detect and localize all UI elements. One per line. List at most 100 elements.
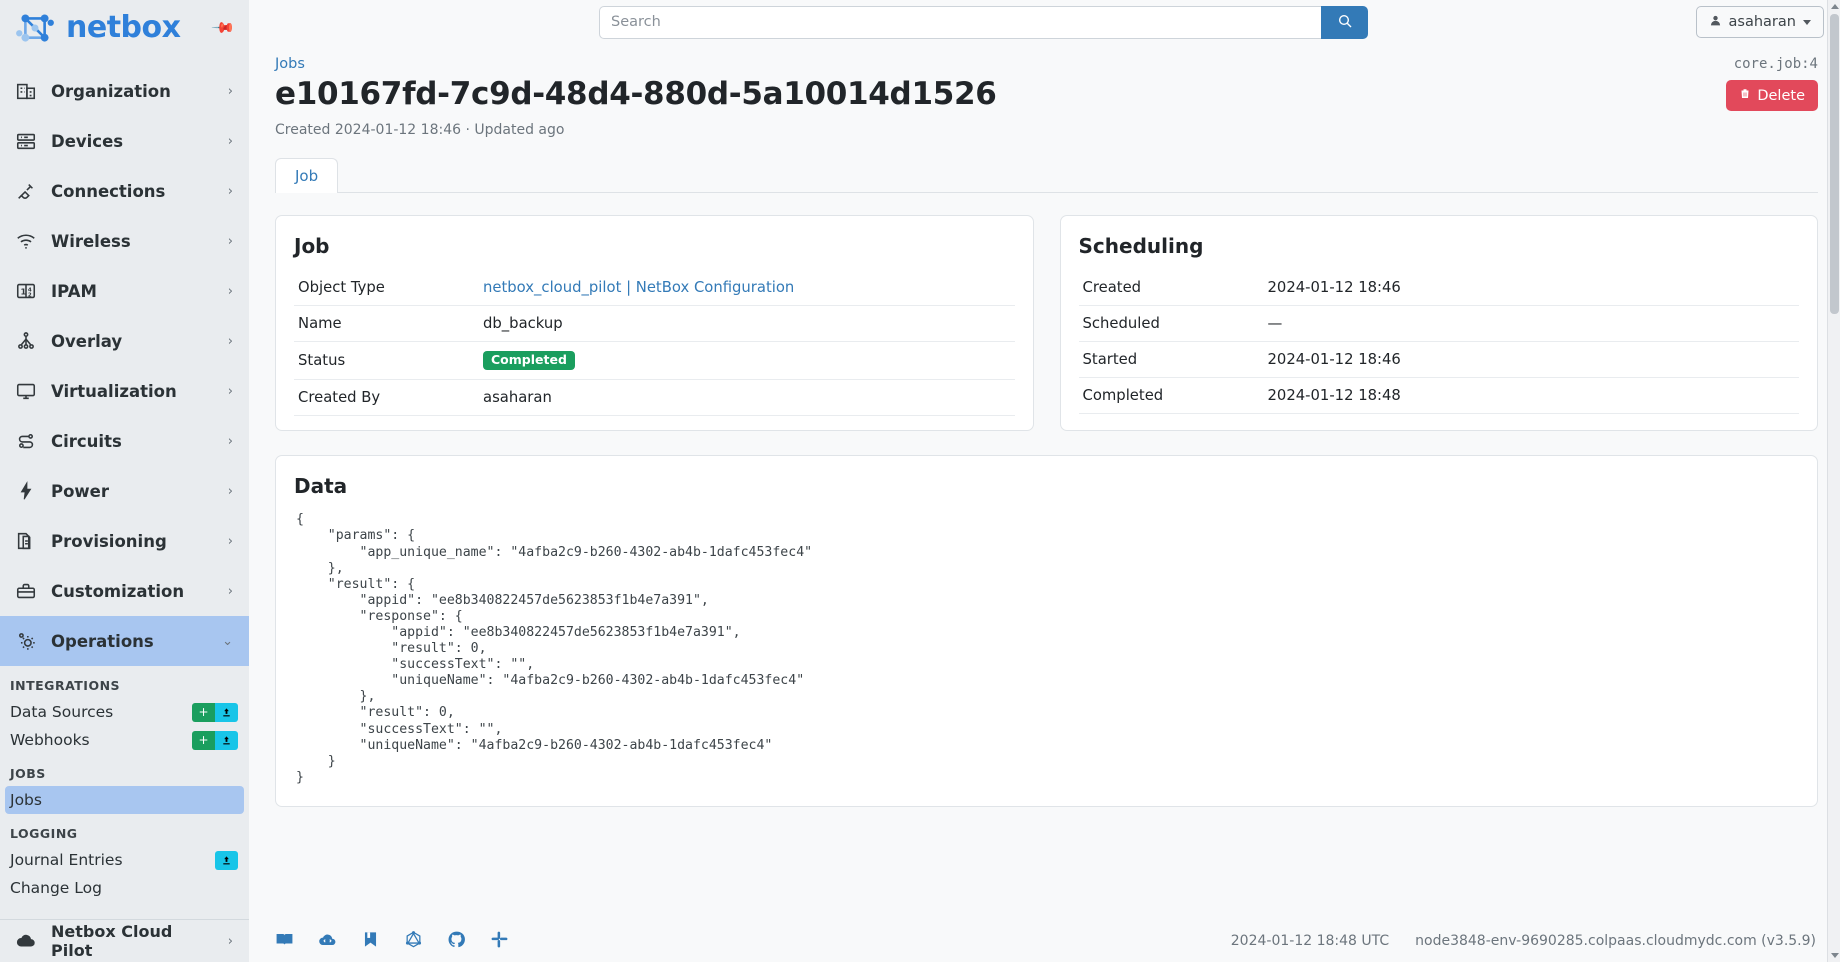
- server-icon: [14, 129, 38, 153]
- delete-button[interactable]: Delete: [1726, 80, 1818, 111]
- job-attributes-table: Object Type netbox_cloud_pilot | NetBox …: [294, 269, 1015, 417]
- sidebar-item-virtualization[interactable]: Virtualization ›: [0, 366, 249, 416]
- sidebar-item-devices[interactable]: Devices ›: [0, 116, 249, 166]
- sidebar-item-jobs[interactable]: Jobs: [5, 786, 244, 814]
- circuit-icon: [14, 429, 38, 453]
- sidebar-item-wireless[interactable]: Wireless ›: [0, 216, 249, 266]
- chevron-down-icon: [1802, 19, 1811, 25]
- graphql-icon[interactable]: [404, 930, 423, 953]
- sidebar-item-webhooks[interactable]: Webhooks +: [5, 726, 244, 754]
- sidebar-item-label: Journal Entries: [10, 851, 123, 869]
- scheduling-card-title: Scheduling: [1078, 233, 1204, 258]
- table-row: Created By asaharan: [294, 379, 1015, 417]
- sidebar-item-label: Operations: [51, 631, 154, 651]
- primary-nav: Organization › Devices › Connections › W…: [0, 56, 249, 902]
- user-menu-button[interactable]: asaharan: [1695, 6, 1824, 38]
- table-row: Scheduled —: [1078, 305, 1799, 342]
- sidebar-group-heading-jobs: JOBS: [10, 766, 46, 781]
- page-scrollbar[interactable]: [1827, 0, 1840, 962]
- bolt-icon: [14, 479, 38, 503]
- numbers-icon: 142: [14, 279, 38, 303]
- data-card: Data { "params": { "app_unique_name": "4…: [275, 455, 1818, 807]
- brand-header[interactable]: netbox 📌: [0, 0, 249, 56]
- sidebar-item-organization[interactable]: Organization ›: [0, 66, 249, 116]
- sidebar-item-operations[interactable]: Operations ⌄: [0, 616, 249, 666]
- bookmark-icon[interactable]: [361, 930, 380, 953]
- sidebar-item-ipam[interactable]: 142 IPAM ›: [0, 266, 249, 316]
- sidebar-item-customization[interactable]: Customization ›: [0, 566, 249, 616]
- pin-icon[interactable]: 📌: [211, 15, 237, 41]
- add-data-source-button[interactable]: +: [192, 702, 215, 722]
- delete-label: Delete: [1757, 87, 1805, 104]
- brand-name: netbox: [66, 10, 181, 45]
- api-cloud-icon[interactable]: [318, 930, 337, 953]
- import-data-sources-icon[interactable]: [215, 702, 238, 722]
- chevron-right-icon: ›: [227, 183, 233, 199]
- row-value: 2024-01-12 18:48: [1263, 377, 1799, 414]
- monitor-icon: [14, 379, 38, 403]
- sidebar-item-power[interactable]: Power ›: [0, 466, 249, 516]
- page-content: Jobs core.job:4 e10167fd-7c9d-48d4-880d-…: [249, 44, 1840, 920]
- global-search: [599, 5, 1368, 39]
- sidebar-item-provisioning[interactable]: Provisioning ›: [0, 516, 249, 566]
- plug-icon: [14, 179, 38, 203]
- building-icon: [14, 79, 38, 103]
- sidebar-item-netbox-cloud-pilot[interactable]: Netbox Cloud Pilot ›: [0, 920, 249, 962]
- main-area: asaharan Jobs core.job:4 e10167fd-7c9d-4…: [249, 0, 1840, 962]
- data-card-title: Data: [294, 474, 348, 499]
- slack-icon[interactable]: [490, 930, 509, 953]
- row-label: Scheduled: [1078, 305, 1264, 342]
- chevron-right-icon: ›: [227, 133, 233, 149]
- document-icon: [14, 529, 38, 553]
- row-value: 2024-01-12 18:46: [1263, 269, 1799, 306]
- chevron-right-icon: ›: [227, 483, 233, 499]
- netbox-logo-icon: [14, 7, 56, 49]
- sidebar-item-connections[interactable]: Connections ›: [0, 166, 249, 216]
- object-type-link[interactable]: netbox_cloud_pilot | NetBox Configuratio…: [483, 279, 794, 296]
- row-label: Created: [1078, 269, 1264, 306]
- sidebar-item-label: Change Log: [10, 879, 102, 897]
- chevron-right-icon: ›: [227, 233, 233, 249]
- row-value: Completed: [479, 341, 1015, 381]
- sidebar-item-actions: +: [192, 702, 238, 722]
- sidebar-item-label: Jobs: [10, 791, 42, 809]
- tab-bar: Job: [275, 157, 1818, 193]
- search-input[interactable]: [599, 5, 1321, 39]
- job-data-json: { "params": { "app_unique_name": "4afba2…: [296, 512, 813, 785]
- chevron-right-icon: ›: [227, 383, 233, 399]
- sidebar-item-change-log[interactable]: Change Log: [5, 874, 244, 902]
- sidebar-item-label: IPAM: [51, 281, 97, 301]
- row-label: Started: [1078, 341, 1264, 378]
- import-webhooks-icon[interactable]: [215, 730, 238, 750]
- gears-icon: [14, 629, 38, 653]
- sidebar-item-circuits[interactable]: Circuits ›: [0, 416, 249, 466]
- scroll-up-icon[interactable]: [1830, 4, 1839, 9]
- scheduling-card: Scheduling Created 2024-01-12 18:46 Sche…: [1059, 214, 1818, 432]
- title-row: e10167fd-7c9d-48d4-880d-5a10014d1526 Del…: [275, 76, 1818, 114]
- sidebar-item-label: Customization: [51, 581, 185, 601]
- docs-book-icon[interactable]: [275, 930, 294, 953]
- footer-status: 2024-01-12 18:48 UTC node3848-env-969028…: [1231, 933, 1816, 949]
- add-webhook-button[interactable]: +: [192, 730, 215, 750]
- scrollbar-thumb[interactable]: [1830, 14, 1839, 314]
- tab-job[interactable]: Job: [275, 157, 339, 193]
- chevron-right-icon: ›: [227, 933, 233, 949]
- chevron-right-icon: ›: [227, 83, 233, 99]
- import-journal-entries-icon[interactable]: [215, 850, 238, 870]
- search-button[interactable]: [1321, 5, 1368, 39]
- sidebar-item-overlay[interactable]: Overlay ›: [0, 316, 249, 366]
- user-name-label: asaharan: [1728, 14, 1796, 30]
- scroll-down-icon[interactable]: [1830, 953, 1839, 958]
- sidebar-footer: Netbox Cloud Pilot ›: [0, 919, 249, 962]
- row-label: Created By: [294, 379, 479, 417]
- sidebar-item-data-sources[interactable]: Data Sources +: [5, 698, 244, 726]
- chevron-right-icon: ›: [227, 433, 233, 449]
- row-value: netbox_cloud_pilot | NetBox Configuratio…: [479, 269, 1015, 306]
- sidebar-group-heading-logging: LOGGING: [10, 826, 78, 841]
- row-label: Completed: [1078, 377, 1264, 414]
- sidebar-item-journal-entries[interactable]: Journal Entries: [5, 846, 244, 874]
- object-identifier: core.job:4: [1733, 56, 1818, 72]
- search-icon: [1337, 13, 1353, 32]
- breadcrumb-jobs-link[interactable]: Jobs: [275, 56, 305, 72]
- github-icon[interactable]: [447, 930, 466, 953]
